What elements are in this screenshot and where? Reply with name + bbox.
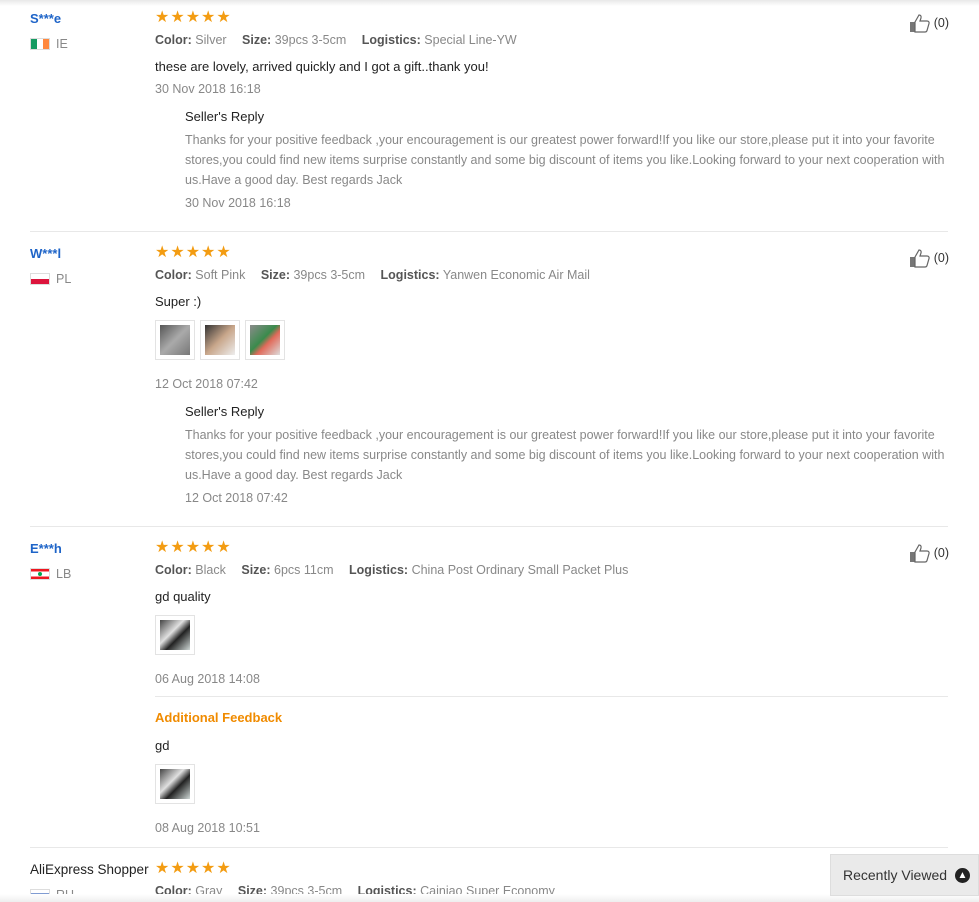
review-photo[interactable] (155, 320, 195, 360)
ireland-flag-icon (30, 38, 50, 50)
reviewer-name[interactable]: W***l (30, 246, 61, 261)
star-rating: ★ ★ ★ ★ ★ (155, 539, 231, 556)
review-photo[interactable] (155, 764, 195, 804)
star-icon: ★ (155, 539, 170, 556)
lebanon-flag-icon (30, 568, 50, 580)
review-divider (30, 231, 948, 232)
recently-viewed-button[interactable]: Recently Viewed ▲ (830, 854, 979, 896)
review-text: these are lovely, arrived quickly and I … (155, 59, 489, 74)
review-date: 30 Nov 2018 16:18 (155, 82, 261, 96)
review-photos (155, 320, 285, 360)
additional-feedback-date: 08 Aug 2018 10:51 (155, 821, 260, 835)
star-icon: ★ (170, 860, 185, 877)
star-icon: ★ (185, 9, 201, 26)
reviewer-country: PL (30, 272, 71, 286)
star-rating: ★ ★ ★ ★ ★ (155, 244, 231, 261)
thumbs-up-icon (909, 14, 930, 33)
star-icon: ★ (216, 244, 231, 261)
seller-reply: Seller's Reply Thanks for your positive … (185, 109, 950, 210)
thumbs-up-icon (909, 544, 930, 563)
star-icon: ★ (216, 860, 231, 877)
star-icon: ★ (185, 244, 201, 261)
top-fade (0, 0, 979, 6)
order-info: Color: Black Size: 6pcs 11cm Logistics: … (155, 563, 629, 577)
seller-reply-date: 12 Oct 2018 07:42 (185, 491, 288, 505)
seller-reply-date: 30 Nov 2018 16:18 (185, 196, 291, 210)
helpful-button[interactable]: (0) (909, 543, 949, 563)
reviewer-country: IE (30, 37, 68, 51)
reviewer-name[interactable]: AliExpress Shopper (30, 862, 149, 877)
review-photo[interactable] (155, 615, 195, 655)
chevron-up-icon: ▲ (955, 868, 970, 883)
reviewer-name[interactable]: S***e (30, 11, 61, 26)
recently-viewed-label: Recently Viewed (843, 867, 948, 883)
star-icon: ★ (201, 9, 216, 26)
additional-feedback-title: Additional Feedback (155, 710, 283, 725)
star-icon: ★ (155, 9, 170, 26)
star-icon: ★ (216, 539, 231, 556)
star-icon: ★ (170, 539, 185, 556)
review-photo[interactable] (200, 320, 240, 360)
order-info: Color: Silver Size: 39pcs 3-5cm Logistic… (155, 33, 517, 47)
star-icon: ★ (216, 9, 231, 26)
star-icon: ★ (170, 9, 185, 26)
review-divider (30, 847, 948, 848)
helpful-button[interactable]: (0) (909, 248, 949, 268)
reviewer-country: LB (30, 567, 71, 581)
star-icon: ★ (155, 860, 170, 877)
star-icon: ★ (201, 860, 216, 877)
star-icon: ★ (201, 539, 216, 556)
review-text: Super :) (155, 294, 202, 309)
order-info: Color: Soft Pink Size: 39pcs 3-5cm Logis… (155, 268, 590, 282)
star-rating: ★ ★ ★ ★ ★ (155, 860, 231, 877)
seller-reply-text: Thanks for your positive feedback ,your … (185, 428, 945, 482)
review-date: 06 Aug 2018 14:08 (155, 672, 260, 686)
star-icon: ★ (201, 244, 216, 261)
reviewer-name[interactable]: E***h (30, 541, 62, 556)
review-divider (30, 526, 948, 527)
star-icon: ★ (155, 244, 170, 261)
thumbs-up-icon (909, 249, 930, 268)
feedback-divider (155, 696, 948, 697)
additional-photos (155, 764, 195, 804)
seller-reply-title: Seller's Reply (185, 404, 265, 419)
review-date: 12 Oct 2018 07:42 (155, 377, 258, 391)
star-rating: ★ ★ ★ ★ ★ (155, 9, 231, 26)
review-photo[interactable] (245, 320, 285, 360)
seller-reply-text: Thanks for your positive feedback ,your … (185, 133, 945, 187)
review-photos (155, 615, 195, 655)
seller-reply-title: Seller's Reply (185, 109, 265, 124)
helpful-button[interactable]: (0) (909, 13, 949, 33)
additional-feedback-text: gd (155, 738, 170, 753)
poland-flag-icon (30, 273, 50, 285)
review-text: gd quality (155, 589, 211, 604)
star-icon: ★ (185, 860, 201, 877)
star-icon: ★ (185, 539, 201, 556)
seller-reply: Seller's Reply Thanks for your positive … (185, 404, 950, 505)
star-icon: ★ (170, 244, 185, 261)
